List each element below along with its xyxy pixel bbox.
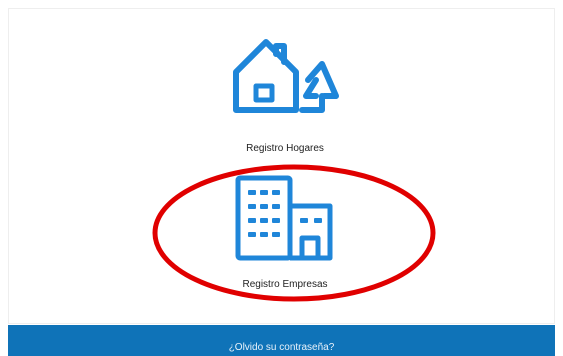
registro-empresas-label: Registro Empresas — [242, 279, 328, 290]
registro-hogares-label: Registro Hogares — [246, 143, 324, 154]
forgot-password-link[interactable]: ¿Olvido su contraseña? — [229, 342, 335, 353]
footer-bar: ¿Olvido su contraseña? — [8, 325, 555, 356]
registro-empresas-button[interactable]: Registro Empresas — [210, 172, 360, 302]
house-tree-icon — [220, 34, 350, 114]
office-buildings-icon — [230, 172, 340, 264]
registro-hogares-button[interactable]: Registro Hogares — [210, 30, 360, 160]
login-window: Registro Hogares Registro Empresas ¿Olvi… — [0, 0, 563, 356]
